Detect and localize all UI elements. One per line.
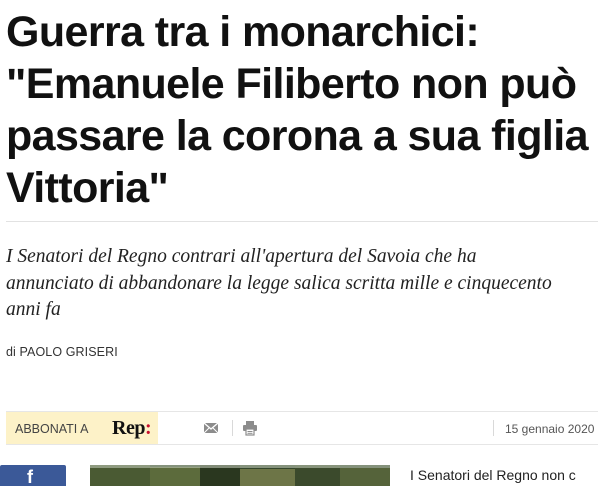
article-body: I Senatori del Regno non c	[410, 467, 576, 483]
print-icon-graphic	[243, 421, 257, 436]
rep-logo-colon: :	[144, 417, 152, 439]
facebook-icon: f	[27, 467, 33, 486]
rep-logo-text: Rep	[112, 417, 145, 439]
print-icon[interactable]	[241, 420, 259, 436]
rep-logo[interactable]: Rep:	[112, 417, 152, 440]
mail-icon-graphic	[203, 422, 219, 434]
article-headline: Guerra tra i monarchici: "Emanuele Filib…	[6, 8, 588, 212]
article-byline: di PAOLO GRISERI	[6, 345, 118, 359]
subscribe-label: ABBONATI A	[15, 422, 89, 436]
article-toolbar: ABBONATI A Rep: 15 gennaio 2020	[6, 411, 598, 445]
toolbar-separator	[493, 420, 494, 436]
article-photo	[90, 465, 390, 486]
publication-date: 15 gennaio 2020	[505, 422, 595, 436]
facebook-share-button[interactable]: f	[0, 465, 66, 486]
toolbar-separator	[232, 420, 233, 436]
mail-icon[interactable]	[202, 420, 220, 436]
article-standfirst: I Senatori del Regno contrari all'apertu…	[6, 246, 552, 320]
headline-divider	[6, 221, 598, 222]
subscribe-banner[interactable]: ABBONATI A Rep:	[6, 412, 158, 444]
article-photo-graphic	[90, 465, 390, 486]
